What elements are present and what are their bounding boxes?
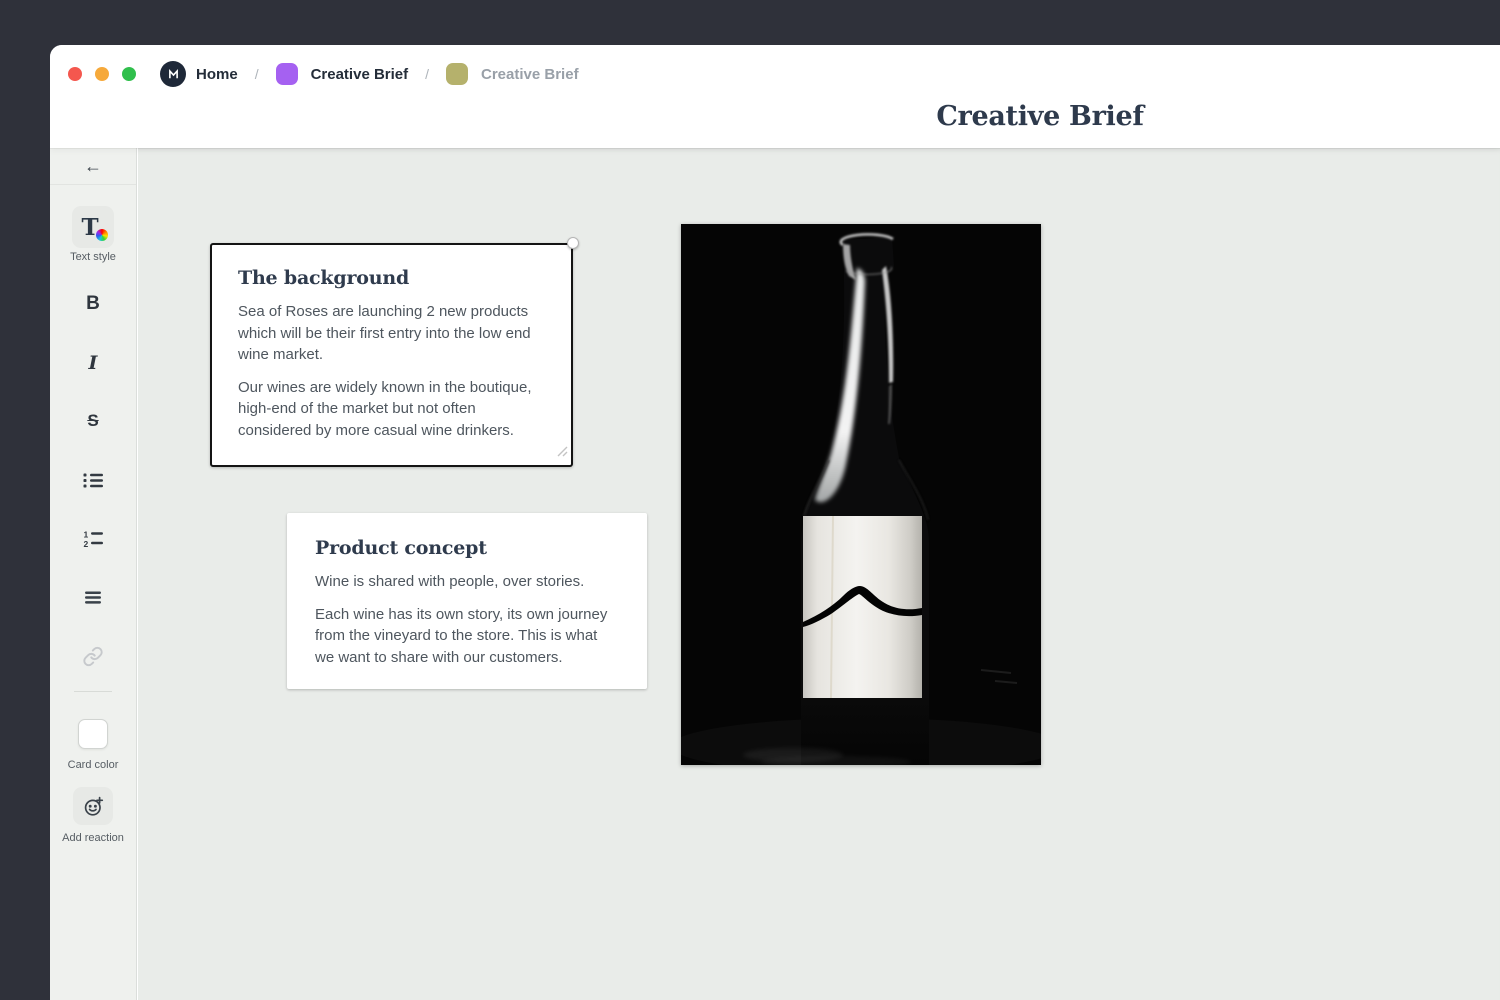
bullet-list-icon — [83, 472, 103, 489]
note-card-product-concept[interactable]: Product concept Wine is shared with peop… — [287, 513, 647, 689]
numbered-list-icon: 1 2 — [83, 530, 103, 548]
back-arrow-icon: ← — [84, 156, 102, 177]
breadcrumb-separator: / — [425, 66, 429, 82]
breadcrumb-item-home[interactable]: Home — [196, 66, 238, 83]
board-chip-olive-icon[interactable] — [446, 63, 468, 85]
text-align-icon — [83, 589, 103, 606]
board-chip-purple-icon[interactable] — [276, 63, 298, 85]
breadcrumb: Home / Creative Brief / Creative Brief — [68, 60, 579, 88]
bullet-list-button[interactable] — [83, 472, 103, 494]
card-color-label: Card color — [50, 759, 136, 771]
color-wheel-icon — [96, 229, 108, 241]
breadcrumb-separator: / — [255, 66, 259, 82]
back-button[interactable]: ← — [50, 148, 136, 185]
add-reaction-smiley-icon — [83, 796, 104, 817]
breadcrumb-item-current-board: Creative Brief — [481, 66, 579, 83]
card-paragraph: Wine is shared with people, over stories… — [315, 571, 619, 593]
milanote-logo[interactable] — [160, 61, 186, 87]
numbered-list-button[interactable]: 1 2 — [83, 530, 103, 553]
strikethrough-button[interactable]: S — [50, 411, 136, 431]
bold-button[interactable]: B — [50, 293, 136, 315]
wine-bottle-illustration — [681, 224, 1041, 765]
board-canvas[interactable]: The background Sea of Roses are launchin… — [138, 148, 1500, 1000]
card-paragraph: Our wines are widely known in the boutiq… — [238, 377, 545, 442]
board-title[interactable]: Creative Brief — [936, 101, 1143, 132]
selection-corner-handle[interactable] — [567, 237, 579, 249]
svg-text:1: 1 — [84, 530, 89, 540]
card-paragraph: Sea of Roses are launching 2 new product… — [238, 301, 545, 366]
wine-bottle-photo[interactable] — [681, 224, 1041, 765]
text-style-label: Text style — [50, 251, 136, 263]
card-color-button[interactable] — [78, 719, 108, 749]
link-button — [83, 646, 104, 672]
minimize-window-button[interactable] — [95, 67, 109, 81]
zoom-window-button[interactable] — [122, 67, 136, 81]
formatting-toolbar: ← T Text style B I S — [50, 148, 137, 1000]
card-paragraph: Each wine has its own story, its own jou… — [315, 604, 619, 669]
card-title: The background — [238, 267, 545, 289]
resize-grip-lines — [556, 445, 568, 457]
svg-text:2: 2 — [84, 539, 89, 548]
add-reaction-label: Add reaction — [50, 832, 136, 844]
resize-grip-icon[interactable] — [556, 444, 568, 462]
breadcrumb-item-parent-board[interactable]: Creative Brief — [311, 66, 409, 83]
window-controls — [68, 67, 136, 81]
add-reaction-button[interactable] — [73, 787, 113, 825]
link-icon — [83, 646, 104, 667]
toolbar-divider — [74, 691, 112, 692]
card-title: Product concept — [315, 537, 619, 559]
text-style-button[interactable]: T — [72, 206, 114, 248]
app-window: Home / Creative Brief / Creative Brief C… — [50, 45, 1500, 1000]
content-area: ← T Text style B I S — [50, 148, 1500, 1000]
titlebar: Home / Creative Brief / Creative Brief C… — [50, 45, 1500, 148]
note-card-background[interactable]: The background Sea of Roses are launchin… — [210, 243, 573, 467]
milanote-m-icon — [166, 67, 181, 82]
text-align-button[interactable] — [83, 589, 103, 611]
italic-button[interactable]: I — [50, 352, 136, 374]
close-window-button[interactable] — [68, 67, 82, 81]
